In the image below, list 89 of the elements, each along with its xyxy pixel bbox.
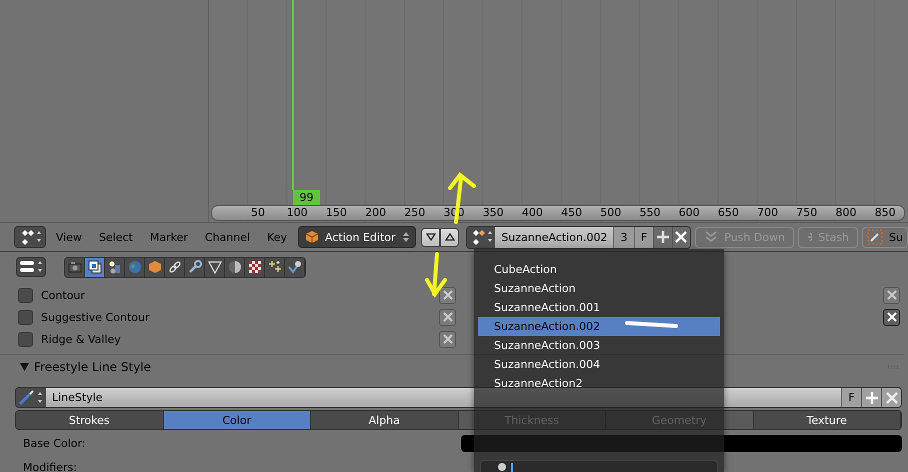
ruler-label: 450 <box>561 206 582 220</box>
ruler-label: 250 <box>404 206 426 220</box>
check-icon <box>288 260 302 274</box>
panel-tab[interactable]: Color <box>164 411 311 429</box>
ruler-label: 100 <box>286 206 308 220</box>
wrench-tab[interactable] <box>185 258 205 276</box>
ruler-label: 50 <box>251 206 265 220</box>
mode-dropdown[interactable]: Action Editor <box>298 226 416 248</box>
chevrons-down-icon <box>704 230 718 244</box>
field-label: Modifiers: <box>23 460 78 472</box>
ruler-label: 150 <box>326 206 347 220</box>
menu-option[interactable]: SuzanneAction.003 <box>478 336 720 355</box>
ruler-label: 800 <box>836 206 856 220</box>
checkbox-label: Contour <box>41 288 86 302</box>
menu-option[interactable]: SuzanneAction <box>478 279 720 298</box>
menu-item[interactable]: Select <box>92 226 140 248</box>
world-tab[interactable] <box>125 258 145 276</box>
scene-icon <box>108 260 122 274</box>
menu-item[interactable]: Marker <box>142 226 195 248</box>
cube-icon <box>305 230 320 244</box>
camera-tab[interactable] <box>65 258 85 276</box>
camera-icon <box>68 260 82 274</box>
link-tab[interactable] <box>165 258 185 276</box>
checkbox[interactable] <box>18 332 33 346</box>
ruler-label: 600 <box>678 206 700 220</box>
edit-button[interactable]: Su <box>862 226 908 248</box>
down-triangle-icon <box>426 233 436 241</box>
sparkle-icon <box>268 260 282 274</box>
checkbox[interactable] <box>18 310 33 324</box>
checkbox[interactable] <box>18 288 33 302</box>
menu-item[interactable]: Channel <box>198 226 258 248</box>
field-label: Base Color: <box>23 436 87 450</box>
ruler-label: 200 <box>365 206 386 220</box>
cube-tab[interactable] <box>145 258 165 276</box>
menu-item[interactable]: Key <box>260 226 294 248</box>
ruler-label: 550 <box>640 206 660 220</box>
editor-type-button[interactable] <box>14 226 46 248</box>
ruler-label: 400 <box>522 206 543 220</box>
up-down-arrows-icon <box>403 231 410 243</box>
texture-tab[interactable] <box>245 258 265 276</box>
close-icon <box>442 311 454 323</box>
close-icon <box>886 289 898 301</box>
layers-tab[interactable] <box>85 258 105 276</box>
cube-icon <box>148 260 162 274</box>
down-arrow-button[interactable] <box>421 228 440 246</box>
particles-tab[interactable] <box>265 258 285 276</box>
search-field[interactable] <box>480 460 718 472</box>
layers-icon <box>88 260 102 274</box>
brush-icon <box>867 229 884 245</box>
up-triangle-icon <box>444 233 455 241</box>
physics-tab[interactable] <box>285 258 305 276</box>
ruler-label: 500 <box>600 206 622 220</box>
menu-item[interactable]: View <box>48 226 89 248</box>
checkbox-label: Ridge & Valley <box>41 332 122 346</box>
wrench-icon <box>188 260 202 274</box>
checker-icon <box>248 260 262 274</box>
ruler-label: 350 <box>482 206 504 220</box>
scene-tab[interactable] <box>105 258 125 276</box>
up-arrow-button[interactable] <box>440 228 460 246</box>
current-frame-label: 99 <box>293 190 320 205</box>
panel-title[interactable]: Freestyle Line Style <box>34 360 152 374</box>
search-icon <box>497 462 509 472</box>
remove-button[interactable] <box>439 286 456 304</box>
menu-option[interactable]: SuzanneAction.002 <box>478 317 720 336</box>
vertex-tab[interactable] <box>205 258 225 276</box>
close-icon <box>442 333 454 345</box>
ruler-label: 850 <box>874 206 896 220</box>
expanded-triangle-icon[interactable] <box>20 360 29 374</box>
triangle-icon <box>208 260 222 274</box>
panel-tab[interactable]: Alpha <box>311 411 458 429</box>
ruler-label: 650 <box>718 206 739 220</box>
remove-button[interactable] <box>883 308 900 326</box>
link-icon <box>168 260 182 274</box>
panel-tab[interactable]: Strokes <box>16 411 164 429</box>
checkbox-label: Suggestive Contour <box>41 310 150 324</box>
close-icon <box>886 311 898 323</box>
panel-tab[interactable]: Texture <box>754 411 901 429</box>
menu-option[interactable]: CubeAction <box>478 260 720 279</box>
ruler-label: 750 <box>796 206 818 220</box>
down-arrow-annotation <box>425 252 447 298</box>
ruler-label: 700 <box>757 206 778 220</box>
material-tab[interactable] <box>225 258 245 276</box>
sphere-icon <box>228 260 242 274</box>
editor-type-button[interactable] <box>16 257 46 277</box>
highlight-stroke <box>625 321 678 328</box>
close-icon <box>442 289 454 301</box>
menu-option[interactable]: SuzanneAction.001 <box>478 298 720 317</box>
menu-option[interactable]: SuzanneAction.004 <box>478 355 720 374</box>
globe-icon <box>128 260 142 274</box>
